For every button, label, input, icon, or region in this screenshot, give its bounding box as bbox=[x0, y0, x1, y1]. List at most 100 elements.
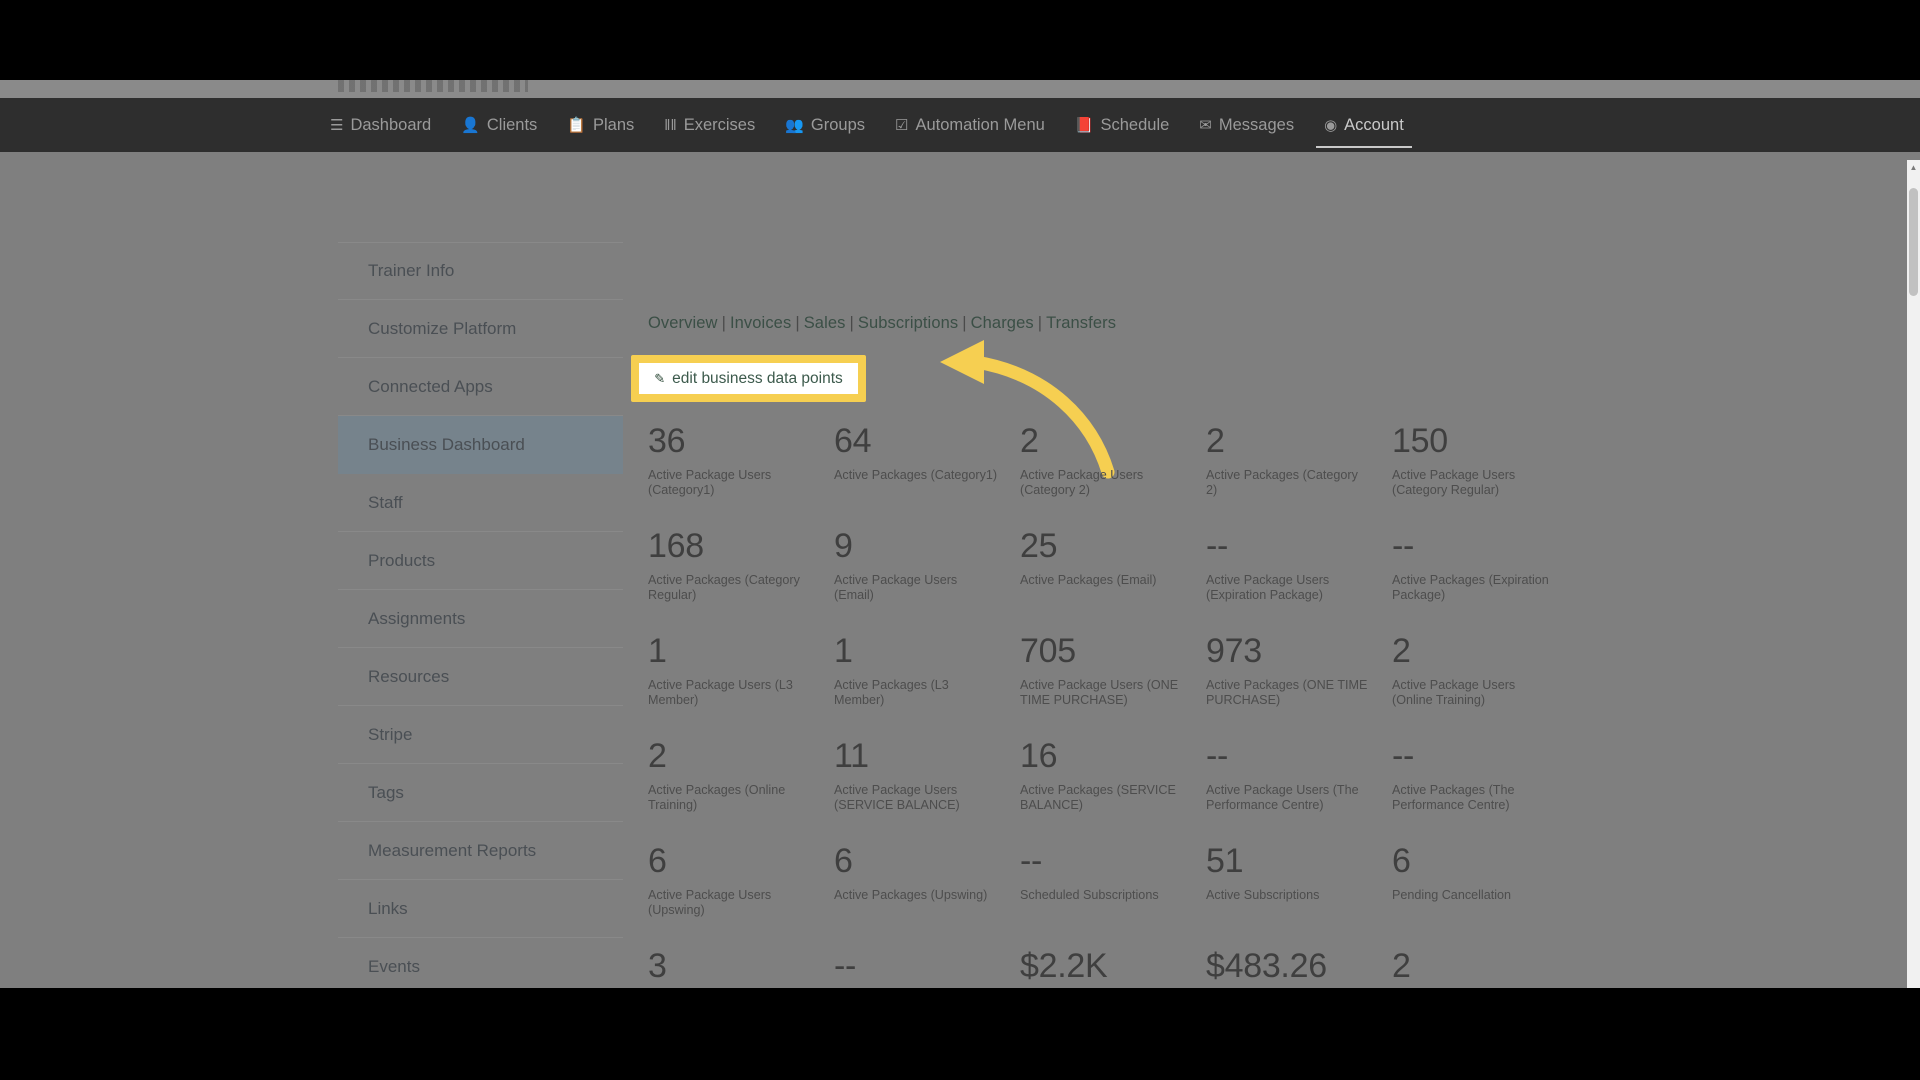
sidebar-item-label: Stripe bbox=[368, 725, 412, 745]
stat-label: Active Packages (Category1) bbox=[834, 468, 999, 484]
sidebar-item-business-dashboard[interactable]: Business Dashboard bbox=[338, 416, 623, 474]
main-navigation: ☰Dashboard 👤Clients 📋Plans ‖‖Exercises 👥Grou… bbox=[0, 98, 1920, 152]
sidebar-item-label: Resources bbox=[368, 667, 449, 687]
sidebar-item-label: Products bbox=[368, 551, 435, 571]
edit-button-highlight: ✎ edit business data points bbox=[631, 355, 866, 402]
screen-root: ☰Dashboard 👤Clients 📋Plans ‖‖Exercises 👥Grou… bbox=[0, 0, 1920, 1080]
stat-card: 16 Active Packages (SERVICE BALANCE) bbox=[1020, 739, 1206, 844]
subnav-separator: | bbox=[1034, 314, 1046, 332]
stat-label: Active Packages (Expiration Package) bbox=[1392, 573, 1557, 604]
stat-value: 3 bbox=[648, 949, 820, 985]
stat-value: -- bbox=[1206, 739, 1378, 775]
site-logo-icon bbox=[338, 80, 528, 92]
sidebar-item-resources[interactable]: Resources bbox=[338, 648, 623, 706]
stat-card: 6Active Package Users (Upswing) bbox=[648, 844, 834, 949]
nav-item-account[interactable]: ◉Account bbox=[1324, 98, 1404, 152]
sidebar-item-label: Customize Platform bbox=[368, 319, 516, 339]
sidebar-item-customize-platform[interactable]: Customize Platform bbox=[338, 300, 623, 358]
stat-label: Active Packages (ONE TIME PURCHASE) bbox=[1206, 678, 1371, 709]
subnav-link-overview[interactable]: Overview bbox=[648, 314, 718, 332]
nav-item-dashboard[interactable]: ☰Dashboard bbox=[330, 98, 431, 152]
sidebar-item-connected-apps[interactable]: Connected Apps bbox=[338, 358, 623, 416]
nav-item-schedule[interactable]: 📕Schedule bbox=[1075, 98, 1170, 152]
stat-value: 2 bbox=[648, 739, 820, 775]
stat-card: 168Active Packages (Category Regular) bbox=[648, 529, 834, 634]
stat-value: -- bbox=[1020, 844, 1192, 880]
stat-label: Active Package Users (Category 2) bbox=[1020, 468, 1185, 499]
stat-card: 11Active Package Users (SERVICE BALANCE) bbox=[834, 739, 1020, 844]
edit-button-label: edit business data points bbox=[672, 370, 843, 388]
stat-card: 705Active Package Users (ONE TIME PURCHA… bbox=[1020, 634, 1206, 739]
nav-item-clients[interactable]: 👤Clients bbox=[461, 98, 537, 152]
sidebar-item-label: Trainer Info bbox=[368, 261, 454, 281]
sidebar-item-measurement-reports[interactable]: Measurement Reports bbox=[338, 822, 623, 880]
page-content: Trainer Info Customize Platform Connected … bbox=[0, 152, 1920, 988]
nav-item-label: Plans bbox=[593, 116, 634, 135]
stat-label: Active Packages (Category Regular) bbox=[648, 573, 813, 604]
stat-card: $2.2KLast Transfer bbox=[1020, 949, 1206, 988]
stat-label: Active Subscriptions bbox=[1206, 888, 1371, 904]
edit-business-data-points-button[interactable]: ✎ edit business data points bbox=[639, 363, 858, 394]
nav-item-messages[interactable]: ✉ Messages bbox=[1199, 98, 1294, 152]
stat-card: 2Active Packages (Category 2) bbox=[1206, 424, 1392, 529]
nav-item-label: Account bbox=[1344, 116, 1404, 135]
sidebar-item-assignments[interactable]: Assignments bbox=[338, 590, 623, 648]
nav-item-exercises[interactable]: ‖‖Exercises bbox=[664, 98, 755, 152]
sidebar-item-links[interactable]: Links bbox=[338, 880, 623, 938]
scroll-up-icon[interactable]: ▲ bbox=[1907, 160, 1920, 174]
stat-card: 2Active Packages (Online Training) bbox=[648, 739, 834, 844]
stat-value: 16 bbox=[1020, 739, 1192, 775]
nav-item-label: Groups bbox=[811, 116, 865, 135]
envelope-icon: ✉ bbox=[1199, 118, 1212, 133]
stat-card: 150Active Package Users (Category Regula… bbox=[1392, 424, 1578, 529]
subnav-link-invoices[interactable]: Invoices bbox=[730, 314, 791, 332]
stat-label: Active Packages (Category 2) bbox=[1206, 468, 1371, 499]
stat-label: Active Package Users (ONE TIME PURCHASE) bbox=[1020, 678, 1185, 709]
sidebar-item-products[interactable]: Products bbox=[338, 532, 623, 590]
sidebar-item-trainer-info[interactable]: Trainer Info bbox=[338, 242, 623, 300]
stat-card: 51Active Subscriptions bbox=[1206, 844, 1392, 949]
subnav-separator: | bbox=[718, 314, 730, 332]
stat-value: -- bbox=[1392, 529, 1564, 565]
stat-card: 6Active Packages (Upswing) bbox=[834, 844, 1020, 949]
subnav-link-subscriptions[interactable]: Subscriptions bbox=[858, 314, 958, 332]
stat-value: 36 bbox=[648, 424, 820, 460]
stat-card: $483.26Next Transfer bbox=[1206, 949, 1392, 988]
stat-value: 2 bbox=[1392, 949, 1564, 985]
nav-item-automation-menu[interactable]: ☑Automation Menu bbox=[895, 98, 1045, 152]
stat-card: 2Active Package Users (Online Training) bbox=[1392, 634, 1578, 739]
sidebar-item-label: Connected Apps bbox=[368, 377, 493, 397]
business-data-points-grid: 36Active Package Users (Category1)64Acti… bbox=[648, 424, 1538, 988]
stat-value: 1 bbox=[834, 634, 1006, 670]
stat-value: 150 bbox=[1392, 424, 1564, 460]
subnav-link-transfers[interactable]: Transfers bbox=[1046, 314, 1116, 332]
scrollbar-thumb[interactable] bbox=[1909, 188, 1918, 296]
stat-card: --Active Package Users (The Performance … bbox=[1206, 739, 1392, 844]
page-scrollbar[interactable]: ▲ ▼ bbox=[1907, 160, 1920, 988]
stat-card: 64Active Packages (Category1) bbox=[834, 424, 1020, 529]
stat-label: Active Packages (SERVICE BALANCE) bbox=[1020, 783, 1185, 814]
stat-value: $2.2K bbox=[1020, 949, 1192, 985]
nav-item-label: Messages bbox=[1219, 116, 1294, 135]
subnav-separator: | bbox=[958, 314, 970, 332]
list-icon: ☰ bbox=[330, 118, 343, 133]
subnav-link-charges[interactable]: Charges bbox=[971, 314, 1034, 332]
stat-value: 9 bbox=[834, 529, 1006, 565]
stat-value: 25 bbox=[1020, 529, 1192, 565]
stat-card: 6Pending Cancellation bbox=[1392, 844, 1578, 949]
sidebar-item-staff[interactable]: Staff bbox=[338, 474, 623, 532]
stat-label: Active Package Users (Expiration Package… bbox=[1206, 573, 1371, 604]
nav-item-groups[interactable]: 👥Groups bbox=[785, 98, 865, 152]
browser-viewport: ☰Dashboard 👤Clients 📋Plans ‖‖Exercises 👥Grou… bbox=[0, 80, 1920, 988]
stat-value: 6 bbox=[834, 844, 1006, 880]
sidebar-item-tags[interactable]: Tags bbox=[338, 764, 623, 822]
nav-item-label: Schedule bbox=[1100, 116, 1169, 135]
nav-item-plans[interactable]: 📋Plans bbox=[567, 98, 634, 152]
sidebar-item-events[interactable]: Events bbox=[338, 938, 623, 988]
stat-value: 2 bbox=[1020, 424, 1192, 460]
sidebar-item-stripe[interactable]: Stripe bbox=[338, 706, 623, 764]
subnav-link-sales[interactable]: Sales bbox=[804, 314, 846, 332]
stat-label: Active Package Users (L3 Member) bbox=[648, 678, 813, 709]
stat-card: 9Active Package Users (Email) bbox=[834, 529, 1020, 634]
stat-value: 2 bbox=[1392, 634, 1564, 670]
